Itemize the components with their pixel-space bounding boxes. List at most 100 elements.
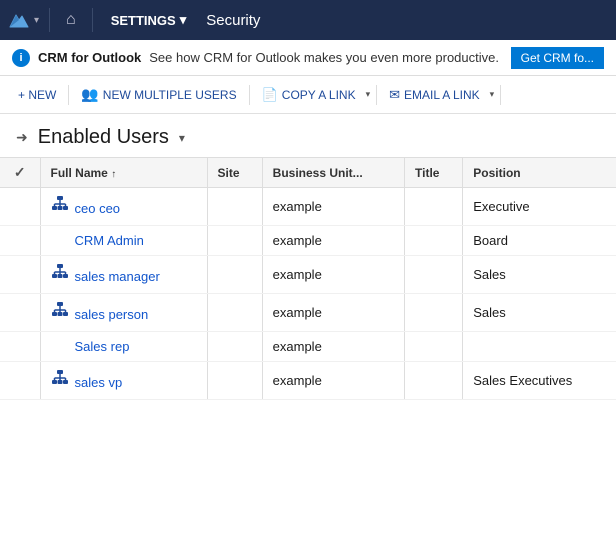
row-checkbox-cell (0, 256, 40, 294)
copy-icon: 📄 (262, 87, 278, 103)
settings-chevron-icon: ▾ (180, 12, 187, 28)
user-org-icon (51, 200, 69, 217)
user-name-link[interactable]: Sales rep (75, 339, 130, 354)
table-row[interactable]: Sales rep example (0, 332, 616, 362)
site-label: Site (218, 166, 240, 180)
business-unit-label: Business Unit... (273, 166, 363, 180)
row-business-unit-cell: example (262, 294, 404, 332)
settings-label: SETTINGS (111, 13, 176, 28)
row-checkbox-cell (0, 226, 40, 256)
title-label: Title (415, 166, 439, 180)
row-full-name-cell: Sales rep (40, 332, 207, 362)
new-multiple-label: NEW MULTIPLE USERS (103, 88, 237, 102)
user-org-icon (51, 306, 69, 323)
user-name-link[interactable]: ceo ceo (75, 201, 121, 216)
site-column-header[interactable]: Site (207, 158, 262, 188)
row-title-cell (405, 188, 463, 226)
row-site-cell (207, 226, 262, 256)
section-title: Enabled Users (38, 126, 169, 149)
table-row[interactable]: CRM Admin example Board (0, 226, 616, 256)
nav-divider-2 (92, 8, 93, 32)
banner-text: See how CRM for Outlook makes you even m… (149, 50, 502, 65)
row-full-name-cell: sales person (40, 294, 207, 332)
row-business-unit-cell: example (262, 332, 404, 362)
row-checkbox-cell (0, 332, 40, 362)
top-navigation: ▾ ⌂ SETTINGS ▾ Security (0, 0, 616, 40)
table-row[interactable]: sales manager example Sales (0, 256, 616, 294)
table-row[interactable]: sales person example Sales (0, 294, 616, 332)
email-link-chevron-icon[interactable]: ▾ (490, 89, 495, 100)
row-site-cell (207, 362, 262, 400)
email-link-label: EMAIL A LINK (404, 88, 480, 102)
row-title-cell (405, 226, 463, 256)
user-table: ✓ Full Name ↑ Site Business Unit... Titl… (0, 157, 616, 400)
user-org-icon (51, 374, 69, 391)
copy-link-label: COPY A LINK (282, 88, 356, 102)
full-name-column-header[interactable]: Full Name ↑ (40, 158, 207, 188)
title-column-header[interactable]: Title (405, 158, 463, 188)
row-business-unit-cell: example (262, 256, 404, 294)
row-position-cell: Sales Executives (463, 362, 616, 400)
user-name-link[interactable]: sales manager (75, 269, 160, 284)
row-checkbox-cell (0, 188, 40, 226)
row-site-cell (207, 256, 262, 294)
row-site-cell (207, 332, 262, 362)
row-position-cell: Board (463, 226, 616, 256)
page-title: Security (206, 12, 260, 29)
copy-link-chevron-icon[interactable]: ▾ (366, 89, 371, 100)
position-label: Position (473, 166, 520, 180)
row-title-cell (405, 294, 463, 332)
row-position-cell (463, 332, 616, 362)
new-button[interactable]: + NEW (12, 84, 62, 106)
user-org-icon (51, 268, 69, 285)
banner-title: CRM for Outlook (38, 50, 141, 65)
row-full-name-cell: ceo ceo (40, 188, 207, 226)
row-site-cell (207, 294, 262, 332)
toolbar-divider-2 (249, 85, 250, 105)
row-position-cell: Sales (463, 256, 616, 294)
toolbar: + NEW 👥 NEW MULTIPLE USERS 📄 COPY A LINK… (0, 76, 616, 114)
row-title-cell (405, 332, 463, 362)
business-unit-column-header[interactable]: Business Unit... (262, 158, 404, 188)
position-column-header[interactable]: Position (463, 158, 616, 188)
row-full-name-cell: CRM Admin (40, 226, 207, 256)
table-row[interactable]: ceo ceoexampleExecutive (0, 188, 616, 226)
row-position-cell: Sales (463, 294, 616, 332)
settings-menu-button[interactable]: SETTINGS ▾ (103, 8, 195, 32)
checkbox-column-header[interactable]: ✓ (0, 158, 40, 188)
section-header: ➜ Enabled Users ▾ (0, 114, 616, 157)
home-icon[interactable]: ⌂ (60, 7, 82, 33)
row-business-unit-cell: example (262, 226, 404, 256)
new-multiple-users-button[interactable]: 👥 NEW MULTIPLE USERS (75, 82, 242, 107)
toolbar-divider-3 (376, 85, 377, 105)
row-full-name-cell: sales manager (40, 256, 207, 294)
row-title-cell (405, 362, 463, 400)
nav-divider-1 (49, 8, 50, 32)
section-arrow-icon: ➜ (16, 129, 28, 146)
logo-chevron-icon[interactable]: ▾ (34, 15, 39, 26)
sort-asc-icon: ↑ (111, 169, 116, 180)
table-body: ceo ceoexampleExecutiveCRM AdminexampleB… (0, 188, 616, 400)
copy-link-button[interactable]: 📄 COPY A LINK (256, 83, 362, 107)
row-checkbox-cell (0, 362, 40, 400)
table-row[interactable]: sales vp example Sales Executives (0, 362, 616, 400)
get-crm-button[interactable]: Get CRM fo... (511, 47, 604, 69)
full-name-label: Full Name (51, 166, 108, 180)
users-icon: 👥 (81, 86, 98, 103)
email-icon: ✉ (389, 87, 400, 103)
row-title-cell (405, 256, 463, 294)
crm-banner: i CRM for Outlook See how CRM for Outloo… (0, 40, 616, 76)
section-chevron-icon[interactable]: ▾ (179, 131, 185, 145)
table-header-row: ✓ Full Name ↑ Site Business Unit... Titl… (0, 158, 616, 188)
info-icon: i (12, 49, 30, 67)
user-name-link[interactable]: CRM Admin (75, 233, 144, 248)
check-all-icon: ✓ (14, 164, 26, 180)
email-link-button[interactable]: ✉ EMAIL A LINK (383, 83, 486, 107)
row-business-unit-cell: example (262, 362, 404, 400)
new-label: + NEW (18, 88, 56, 102)
user-name-link[interactable]: sales vp (75, 375, 123, 390)
toolbar-divider-4 (500, 85, 501, 105)
row-position-cell: Executive (463, 188, 616, 226)
row-site-cell (207, 188, 262, 226)
user-name-link[interactable]: sales person (75, 307, 149, 322)
